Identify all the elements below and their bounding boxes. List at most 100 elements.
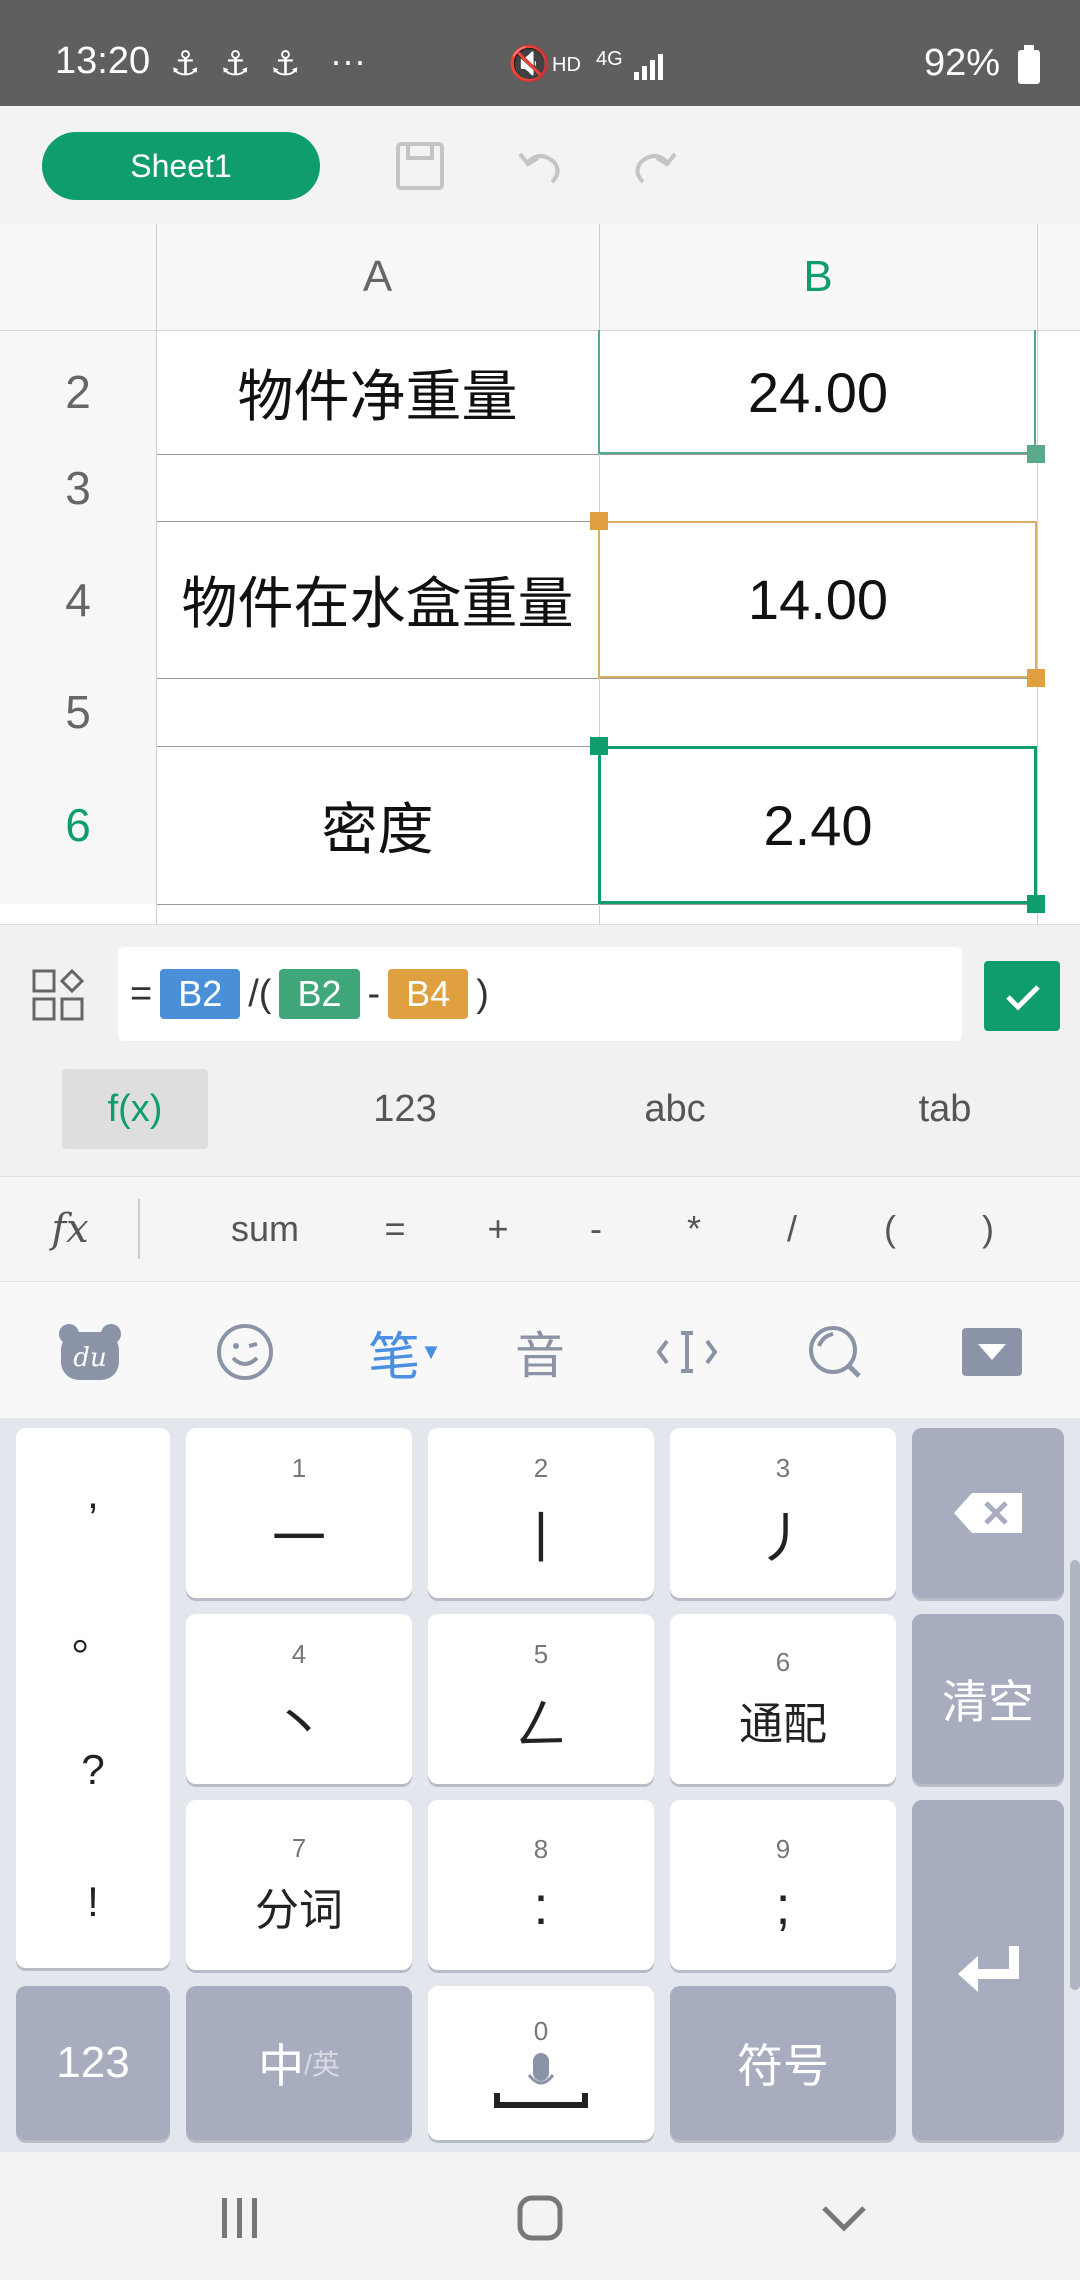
cell-b5[interactable] (599, 678, 1037, 746)
emoji-icon[interactable] (205, 1312, 285, 1392)
cell-a2[interactable]: 物件净重量 (156, 330, 599, 454)
resize-handle[interactable] (590, 737, 608, 755)
divider (138, 1199, 140, 1259)
key-number: 2 (533, 1453, 549, 1483)
column-header-c[interactable] (1037, 224, 1080, 330)
formula-ref-b2[interactable]: B2 (279, 969, 360, 1019)
quick-equals[interactable]: = (365, 1177, 425, 1281)
hide-keyboard-icon[interactable] (952, 1312, 1032, 1392)
navigation-bar (0, 2152, 1080, 2280)
fx-label[interactable]: fx (40, 1177, 100, 1281)
numeric-keyboard-key[interactable]: 123 (16, 1986, 170, 2140)
backspace-key[interactable] (912, 1428, 1064, 1598)
quick-multiply[interactable]: * (664, 1177, 724, 1281)
save-icon[interactable] (390, 136, 450, 196)
key-number: 9 (775, 1833, 791, 1864)
key-1[interactable]: 1 一 (186, 1428, 412, 1598)
redo-icon[interactable] (625, 136, 685, 196)
key-number: 7 (291, 1832, 307, 1863)
key-label: 清空 (942, 1676, 1034, 1728)
mode-tab-abc[interactable]: abc (600, 1069, 750, 1149)
recent-apps-icon[interactable] (210, 2190, 270, 2246)
grid-line (156, 678, 1037, 679)
voice-input-mode[interactable]: 音 (500, 1312, 580, 1392)
punct-question[interactable]: ? (81, 1746, 104, 1794)
resize-handle[interactable] (1027, 895, 1045, 913)
formula-ref-b4[interactable]: B4 (388, 969, 469, 1019)
battery-icon (1018, 45, 1040, 84)
key-label: ㄥ (514, 1695, 568, 1755)
cell-a5[interactable] (156, 678, 599, 746)
corner-cell (0, 224, 156, 330)
punct-comma[interactable]: , (87, 1470, 99, 1518)
quick-divide[interactable]: / (762, 1177, 822, 1281)
key-7[interactable]: 7 分词 (186, 1800, 412, 1970)
search-icon[interactable] (795, 1312, 875, 1392)
cell-a4[interactable]: 物件在水盒重量 (156, 521, 599, 678)
hd-label: HD (552, 54, 581, 76)
key-label: 丿 (756, 1509, 810, 1569)
formula-input[interactable]: = B2 /( B2 - B4 ) (118, 947, 962, 1041)
sheet-tab[interactable]: Sheet1 (42, 132, 320, 200)
row-header[interactable]: 3 (0, 454, 156, 521)
key-6[interactable]: 6 通配 (670, 1614, 896, 1784)
function-grid-icon[interactable] (30, 967, 86, 1023)
key-label: 分词 (255, 1885, 343, 1935)
punctuation-column[interactable]: , 。 ? ! (16, 1428, 170, 1968)
resize-handle[interactable] (1027, 445, 1045, 463)
more-dots: ··· (330, 40, 366, 81)
key-8[interactable]: 8 : (428, 1800, 654, 1970)
language-switch-key[interactable]: 中 /英 (186, 1986, 412, 2140)
microphone-icon (494, 2052, 588, 2108)
key-number: 1 (291, 1453, 307, 1483)
quick-close-paren[interactable]: ) (958, 1177, 1018, 1281)
column-header-b[interactable]: B (599, 224, 1037, 330)
mode-tab-fx[interactable]: f(x) (62, 1069, 208, 1149)
undo-icon[interactable] (510, 136, 570, 196)
du-logo-icon[interactable]: du (50, 1312, 130, 1392)
row-header[interactable]: 4 (0, 521, 156, 678)
formula-operator: - (367, 972, 381, 1015)
key-number: 4 (291, 1639, 307, 1669)
key-4[interactable]: 4 丶 (186, 1614, 412, 1784)
formula-ref-b2[interactable]: B2 (160, 969, 241, 1019)
cell-b3[interactable] (599, 454, 1037, 521)
quick-minus[interactable]: - (566, 1177, 626, 1281)
key-2[interactable]: 2 丨 (428, 1428, 654, 1598)
pen-input-mode[interactable]: 笔 ▼ (360, 1312, 450, 1392)
enter-key[interactable] (912, 1800, 1064, 2140)
quick-open-paren[interactable]: ( (860, 1177, 920, 1281)
key-label: 通配 (739, 1699, 827, 1749)
clear-key[interactable]: 清空 (912, 1614, 1064, 1784)
key-9[interactable]: 9 ; (670, 1800, 896, 1970)
grid-line (156, 224, 157, 924)
row-header[interactable]: 5 (0, 678, 156, 746)
space-key[interactable]: 0 (428, 1986, 654, 2140)
network-label: 4G (596, 48, 623, 70)
back-chevron-icon[interactable] (814, 2192, 874, 2242)
column-header-a[interactable]: A (156, 224, 599, 330)
cell-a3[interactable] (156, 454, 599, 521)
row-header-active[interactable]: 6 (0, 746, 156, 904)
confirm-button[interactable] (984, 961, 1060, 1031)
punct-period[interactable]: 。 (72, 1602, 114, 1663)
row-header[interactable]: 2 (0, 330, 156, 454)
resize-handle[interactable] (1027, 669, 1045, 687)
home-icon[interactable] (510, 2188, 570, 2248)
quick-plus[interactable]: + (468, 1177, 528, 1281)
key-label: ; (775, 1875, 791, 1936)
punct-exclaim[interactable]: ! (87, 1878, 99, 1926)
resize-handle[interactable] (590, 512, 608, 530)
cursor-icon[interactable] (647, 1312, 727, 1392)
key-3[interactable]: 3 丿 (670, 1428, 896, 1598)
notification-icon: ⚓ (220, 45, 251, 83)
symbol-key[interactable]: 符号 (670, 1986, 896, 2140)
key-5[interactable]: 5 ㄥ (428, 1614, 654, 1784)
cell-a6[interactable]: 密度 (156, 746, 599, 904)
status-bar: 13:20 ⚓ ⚓ ⚓ ··· 🔇 HD 4G 92% (0, 0, 1080, 106)
mode-tab-tab[interactable]: tab (870, 1069, 1020, 1149)
keyboard-edge-handle[interactable] (1070, 1560, 1080, 1990)
mode-tab-123[interactable]: 123 (330, 1069, 480, 1149)
quick-sum[interactable]: sum (210, 1177, 320, 1281)
key-number: 3 (775, 1453, 791, 1483)
